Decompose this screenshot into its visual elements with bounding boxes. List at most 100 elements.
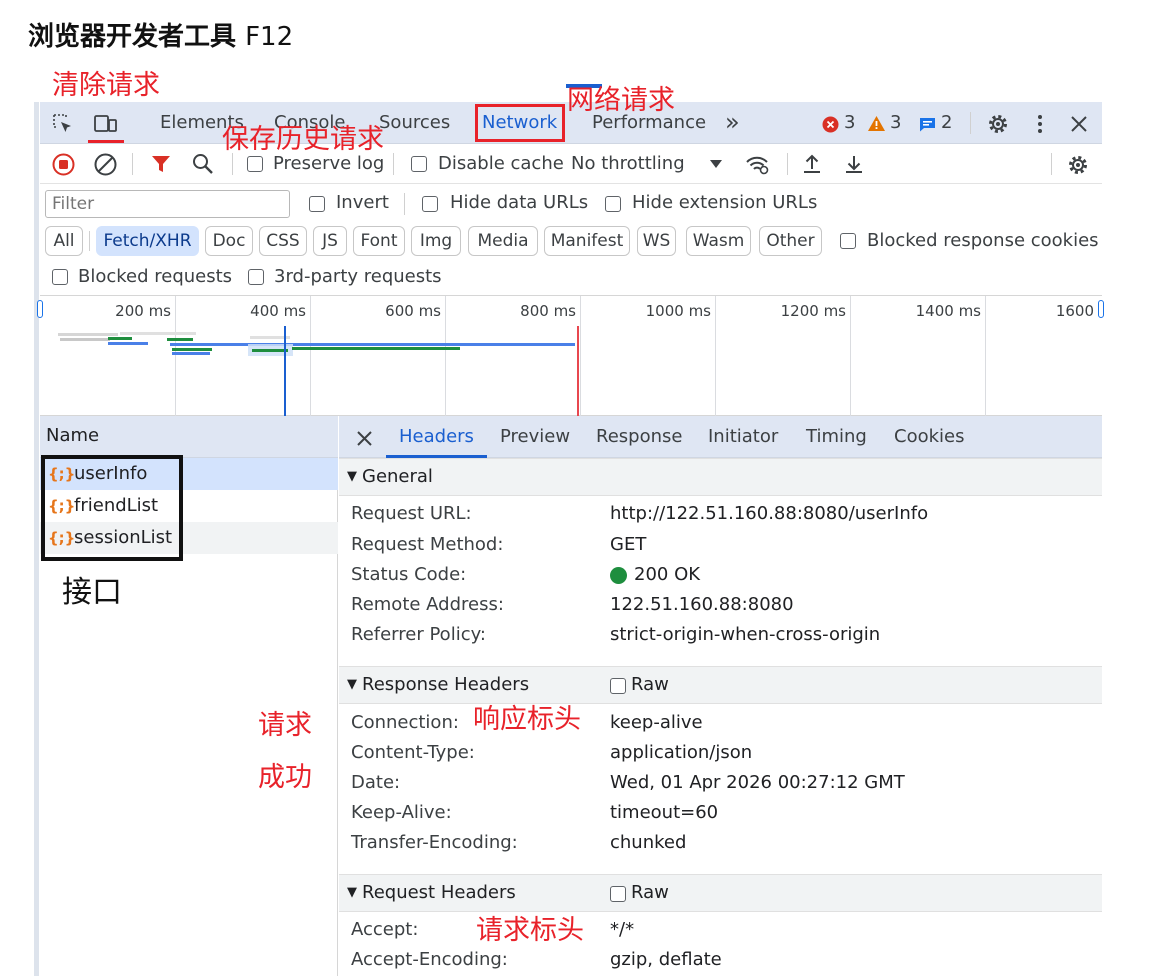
header-key: Keep-Alive: xyxy=(351,802,452,823)
header-row: Connection: keep-alive xyxy=(339,708,1102,738)
network-conditions-icon[interactable] xyxy=(743,152,771,176)
details-tab-bar: Headers Preview Response Initiator Timin… xyxy=(339,416,1102,458)
collapse-triangle-icon: ▼ xyxy=(347,885,357,900)
name-column-header[interactable]: Name xyxy=(40,416,338,458)
close-devtools-icon[interactable] xyxy=(1067,112,1091,136)
clear-log-icon[interactable] xyxy=(93,152,117,176)
preserve-log-checkbox[interactable] xyxy=(247,156,263,172)
disable-cache-label[interactable]: Disable cache xyxy=(438,153,564,175)
type-chip-doc[interactable]: Doc xyxy=(205,226,253,256)
tab-sources[interactable]: Sources xyxy=(379,102,450,144)
timeline-bar xyxy=(292,347,460,350)
raw-checkbox[interactable] xyxy=(610,678,626,694)
timeline-bar xyxy=(172,348,212,351)
raw-label[interactable]: Raw xyxy=(631,667,669,703)
chevron-down-icon[interactable] xyxy=(708,156,724,172)
filter-input[interactable] xyxy=(45,190,290,218)
type-chip-other[interactable]: Other xyxy=(759,226,822,256)
third-party-requests-label[interactable]: 3rd-party requests xyxy=(274,266,442,288)
type-chip-manifest[interactable]: Manifest xyxy=(544,226,630,256)
collapse-triangle-icon: ▼ xyxy=(347,469,357,484)
hide-extension-urls-label[interactable]: Hide extension URLs xyxy=(632,192,817,214)
network-tab-highlight xyxy=(475,104,565,142)
hide-data-urls-label[interactable]: Hide data URLs xyxy=(450,192,588,214)
message-icon[interactable] xyxy=(918,115,936,133)
tab-response[interactable]: Response xyxy=(596,416,682,458)
third-party-requests-checkbox[interactable] xyxy=(248,269,264,285)
header-row: Remote Address: 122.51.160.88:8080 xyxy=(339,590,1102,620)
header-value: gzip, deflate xyxy=(610,949,722,970)
invert-checkbox[interactable] xyxy=(309,196,325,212)
tab-cookies[interactable]: Cookies xyxy=(894,416,964,458)
tab-initiator[interactable]: Initiator xyxy=(708,416,778,458)
overview-left-handle[interactable] xyxy=(37,300,43,318)
annotation-success: 成功 xyxy=(258,762,312,793)
header-value: timeout=60 xyxy=(610,802,719,823)
settings-gear-icon[interactable] xyxy=(985,111,1011,137)
blocked-requests-checkbox[interactable] xyxy=(52,269,68,285)
header-key: Accept: xyxy=(351,919,419,940)
inspect-element-icon[interactable] xyxy=(51,112,75,136)
timeline-overview[interactable]: 200 ms 400 ms 600 ms 800 ms 1000 ms 1200… xyxy=(37,296,1104,416)
request-headers-section-header[interactable]: ▼ Request Headers Raw xyxy=(339,874,1102,912)
header-value: keep-alive xyxy=(610,712,703,733)
type-chip-css[interactable]: CSS xyxy=(259,226,307,256)
blocked-response-cookies-label[interactable]: Blocked response cookies xyxy=(867,230,1099,252)
timeline-gridline xyxy=(850,296,851,416)
tab-timing[interactable]: Timing xyxy=(806,416,867,458)
throttling-select[interactable]: No throttling xyxy=(571,153,685,175)
record-stop-icon[interactable] xyxy=(51,152,75,176)
page-title: 浏览器开发者工具 F12 xyxy=(28,16,293,53)
type-chip-fetch-xhr[interactable]: Fetch/XHR xyxy=(96,226,199,256)
timeline-bar xyxy=(108,342,148,345)
raw-checkbox[interactable] xyxy=(610,886,626,902)
search-icon[interactable] xyxy=(191,152,215,176)
import-har-icon[interactable] xyxy=(800,152,824,176)
network-settings-gear-icon[interactable] xyxy=(1065,152,1091,178)
overview-right-handle[interactable] xyxy=(1098,300,1104,318)
blocked-response-cookies-checkbox[interactable] xyxy=(840,233,856,249)
type-chip-all[interactable]: All xyxy=(45,226,83,256)
header-row: Status Code: 200 OK xyxy=(339,560,1102,590)
tab-preview[interactable]: Preview xyxy=(500,416,570,458)
type-chip-font[interactable]: Font xyxy=(353,226,405,256)
export-har-icon[interactable] xyxy=(842,152,866,176)
timeline-bar xyxy=(172,352,210,355)
header-row: Transfer-Encoding: chunked xyxy=(339,828,1102,858)
hide-data-urls-checkbox[interactable] xyxy=(422,196,438,212)
invert-label[interactable]: Invert xyxy=(336,192,389,214)
tab-headers[interactable]: Headers xyxy=(386,416,487,458)
tick-label: 200 ms xyxy=(115,302,171,320)
type-chip-ws[interactable]: WS xyxy=(637,226,676,256)
hide-extension-urls-checkbox[interactable] xyxy=(605,196,621,212)
timeline-gridline xyxy=(445,296,446,416)
message-count[interactable]: 2 xyxy=(941,102,952,144)
header-row: Referrer Policy: strict-origin-when-cross… xyxy=(339,620,1102,650)
header-key: Request URL: xyxy=(351,503,472,524)
error-icon[interactable] xyxy=(821,115,839,133)
name-column-label: Name xyxy=(46,425,100,446)
type-chip-img[interactable]: Img xyxy=(411,226,461,256)
response-headers-section-header[interactable]: ▼ Response Headers Raw xyxy=(339,666,1102,704)
more-tabs-icon[interactable]: » xyxy=(725,101,740,143)
timeline-bar xyxy=(58,333,118,336)
filter-funnel-icon[interactable] xyxy=(149,153,173,175)
timeline-bar xyxy=(120,332,196,335)
type-chip-media[interactable]: Media xyxy=(468,226,538,256)
type-chip-wasm[interactable]: Wasm xyxy=(686,226,751,256)
status-ok-dot-icon xyxy=(610,567,627,584)
warning-icon[interactable] xyxy=(866,114,886,132)
blocked-requests-label[interactable]: Blocked requests xyxy=(78,266,232,288)
type-chip-js[interactable]: JS xyxy=(313,226,347,256)
more-options-icon[interactable] xyxy=(1030,112,1050,136)
raw-label[interactable]: Raw xyxy=(631,875,669,911)
close-details-icon[interactable] xyxy=(353,427,375,449)
error-count[interactable]: 3 xyxy=(844,102,855,144)
warning-count[interactable]: 3 xyxy=(890,102,901,144)
preserve-log-label[interactable]: Preserve log xyxy=(273,153,384,175)
device-toolbar-icon[interactable] xyxy=(92,112,120,136)
header-row: Accept: */* xyxy=(339,915,1102,945)
general-section-header[interactable]: ▼ General xyxy=(339,458,1102,496)
header-key: Status Code: xyxy=(351,564,467,585)
disable-cache-checkbox[interactable] xyxy=(411,156,427,172)
